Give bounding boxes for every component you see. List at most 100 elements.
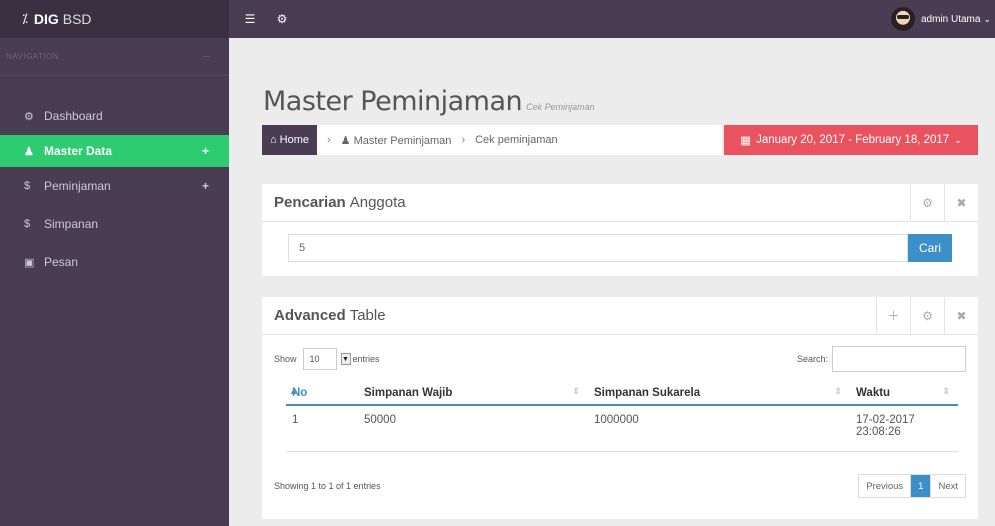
cell-waktu-time: 23:08:26	[856, 426, 901, 438]
users-icon: ♟	[340, 134, 351, 147]
brand-thin: BSD	[62, 11, 92, 27]
users-icon: ♟	[24, 145, 34, 158]
entries-select-value: 10	[309, 354, 320, 364]
entries-select[interactable]: 10	[302, 348, 337, 370]
expand-plus-icon: +	[201, 144, 209, 158]
table-controls: Show 10 ▼ entries Search:	[274, 345, 966, 373]
panel-title-thin: Table	[349, 307, 386, 324]
panel-title-thin: Anggota	[349, 194, 406, 211]
cell-simpanan-wajib: 50000	[358, 405, 588, 452]
search-label: Search:	[796, 354, 828, 364]
cell-waktu-date: 17-02-2017	[856, 414, 915, 426]
column-header-label: Simpanan Wajib	[364, 386, 453, 399]
sidebar-item-dashboard[interactable]: ⚙ Dashboard	[0, 97, 229, 135]
sidebar-item-label: Dashboard	[44, 109, 103, 123]
cell-no: 1	[286, 405, 358, 452]
page-subtitle: Cek Peminjaman	[526, 102, 595, 112]
panel-title-bold: Pencarian	[274, 194, 346, 211]
chevron-down-icon: ⌄	[954, 134, 962, 145]
panel-settings-gear-icon[interactable]: ⚙	[910, 296, 944, 335]
breadcrumb: ⌂ Home › ♟ Master Peminjaman › Cek pemin…	[262, 125, 722, 155]
search-panel-header: Pencarian Anggota ⚙ ✖	[262, 183, 978, 222]
breadcrumb-home[interactable]: ⌂ Home	[262, 125, 317, 155]
sidebar-item-master-data[interactable]: ♟ Master Data +	[0, 135, 229, 167]
table-panel: Advanced Table ＋ ⚙ ✖ Show 10 ▼ entries S…	[262, 296, 978, 519]
inbox-icon: ▣	[24, 256, 35, 269]
column-header-no[interactable]: No ▲	[286, 381, 358, 406]
select-arrow-icon[interactable]: ▼	[340, 353, 351, 365]
pagination-next[interactable]: Next	[930, 475, 965, 497]
column-header-label: Waktu	[856, 386, 891, 399]
column-header-waktu[interactable]: Waktu ⇕	[850, 381, 958, 406]
sidebar-item-label: Simpanan	[44, 217, 99, 231]
table-info: Showing 1 to 1 of 1 entries	[274, 481, 381, 491]
nav-header-collapse-icon[interactable]: —	[203, 52, 212, 61]
breadcrumb-level1[interactable]: ♟ Master Peminjaman	[341, 134, 452, 147]
sidebar-item-label: Pesan	[44, 255, 79, 269]
date-range-picker[interactable]: ▦ January 20, 2017 - February 18, 2017 ⌄	[724, 125, 978, 155]
sidebar: ⁒ DIG BSD NAVIGATION — ⚙ Dashboard ♟ Mas…	[0, 0, 229, 526]
column-header-simpanan-sukarela[interactable]: Simpanan Sukarela ⇕	[588, 381, 850, 406]
entries-label: entries	[352, 354, 380, 364]
expand-plus-icon: +	[201, 179, 209, 193]
page-title: Master Peminjaman Cek Peminjaman	[263, 86, 595, 117]
breadcrumb-home-label: Home	[279, 134, 309, 146]
sort-asc-icon: ▲	[289, 386, 298, 396]
panel-title-bold: Advanced	[274, 307, 346, 324]
breadcrumb-level1-label: Master Peminjaman	[353, 134, 452, 147]
column-header-label: Simpanan Sukarela	[594, 386, 701, 399]
table-footer: Showing 1 to 1 of 1 entries Previous 1 N…	[274, 473, 966, 499]
brand-logo[interactable]: ⁒ DIG BSD	[0, 0, 229, 38]
user-name: admin Utama	[920, 13, 981, 25]
sidebar-item-label: Peminjaman	[44, 179, 111, 193]
panel-close-icon[interactable]: ✖	[944, 296, 978, 335]
page-title-text: Master Peminjaman	[263, 86, 523, 117]
breadcrumb-separator: ›	[461, 134, 466, 146]
sort-icon: ⇕	[572, 386, 580, 396]
chevron-down-icon: ⌄	[983, 13, 991, 24]
cari-button[interactable]: Cari	[908, 234, 952, 262]
show-label: Show	[274, 354, 297, 364]
panel-add-icon[interactable]: ＋	[876, 296, 910, 335]
search-panel: Pencarian Anggota ⚙ ✖ 5 Cari	[262, 183, 978, 276]
table-header-row: No ▲ Simpanan Wajib ⇕ Simpanan Sukarela …	[286, 381, 958, 406]
sidebar-item-peminjaman[interactable]: $ Peminjaman +	[0, 167, 229, 205]
date-range-text: January 20, 2017 - February 18, 2017	[756, 134, 950, 146]
nav-header: NAVIGATION —	[0, 38, 229, 76]
dollar-icon: $	[24, 218, 31, 230]
sidebar-item-pesan[interactable]: ▣ Pesan	[0, 243, 229, 281]
user-menu[interactable]: admin Utama ⌄	[890, 7, 991, 31]
breadcrumb-separator: ›	[327, 134, 331, 146]
menu-toggle-icon[interactable]: ☰	[239, 12, 261, 26]
cell-waktu: 17-02-2017 23:08:26	[850, 405, 958, 452]
settings-gear-icon[interactable]: ⚙	[271, 12, 293, 26]
sidebar-menu: ⚙ Dashboard ♟ Master Data + $ Peminjaman…	[0, 97, 229, 281]
brand-bold: DIG	[33, 11, 59, 27]
sort-icon: ⇕	[942, 386, 950, 396]
avatar	[890, 7, 915, 31]
member-search-row: 5 Cari	[288, 234, 952, 262]
member-search-input[interactable]: 5	[288, 234, 908, 262]
table-row[interactable]: 1 50000 1000000 17-02-2017 23:08:26	[286, 405, 958, 452]
brand-icon: ⁒	[22, 11, 28, 26]
sidebar-item-label: Master Data	[44, 144, 113, 158]
dashboard-icon: ⚙	[24, 110, 34, 123]
dollar-icon: $	[24, 180, 31, 192]
sidebar-item-simpanan[interactable]: $ Simpanan	[0, 205, 229, 243]
column-header-simpanan-wajib[interactable]: Simpanan Wajib ⇕	[358, 381, 588, 406]
pagination-previous[interactable]: Previous	[859, 475, 910, 497]
table-search-input[interactable]	[832, 346, 966, 372]
panel-close-icon[interactable]: ✖	[944, 183, 978, 222]
table-panel-header: Advanced Table ＋ ⚙ ✖	[262, 296, 978, 335]
cell-simpanan-sukarela: 1000000	[588, 405, 850, 452]
pagination-page[interactable]: 1	[910, 475, 931, 497]
breadcrumb-level2: Cek peminjaman	[475, 134, 558, 146]
nav-header-label: NAVIGATION	[6, 52, 60, 61]
topbar: ☰ ⚙ admin Utama ⌄	[229, 0, 995, 38]
home-icon: ⌂	[270, 134, 277, 146]
data-table: No ▲ Simpanan Wajib ⇕ Simpanan Sukarela …	[286, 381, 958, 452]
sort-icon: ⇕	[834, 386, 842, 396]
panel-settings-gear-icon[interactable]: ⚙	[910, 183, 944, 222]
pagination: Previous 1 Next	[858, 474, 966, 498]
main-content: Master Peminjaman Cek Peminjaman ⌂ Home ›…	[229, 38, 995, 526]
